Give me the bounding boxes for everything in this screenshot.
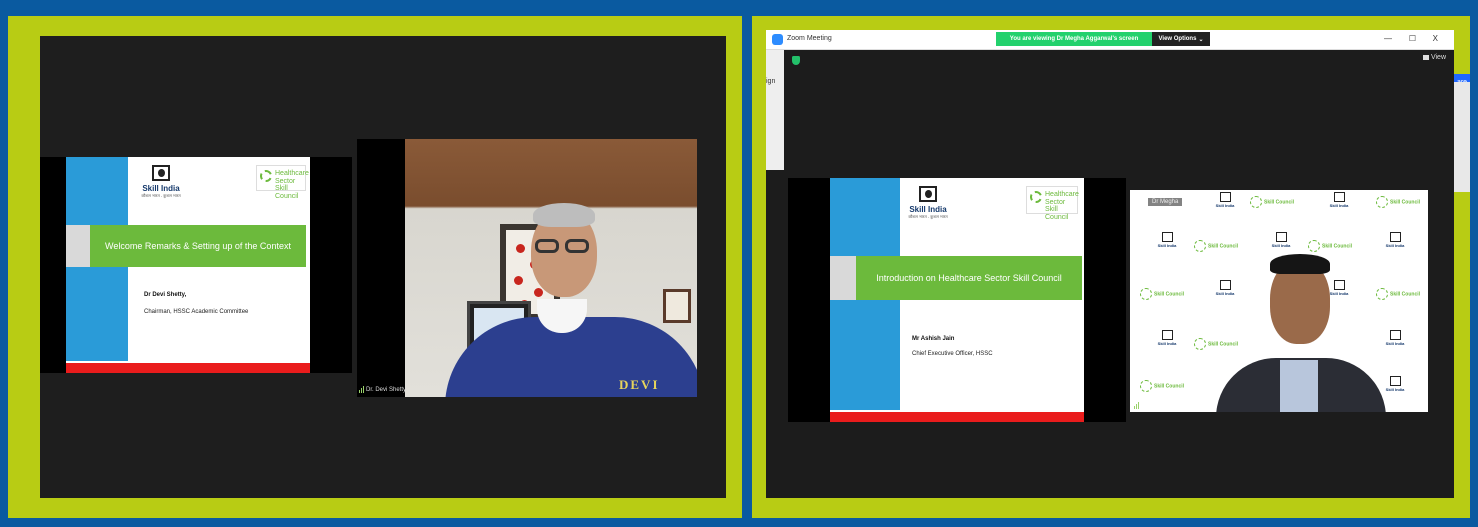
background-app-edge — [766, 50, 784, 170]
encryption-shield-icon[interactable] — [792, 56, 800, 65]
backdrop-logo: Skill India — [1154, 330, 1180, 346]
chevron-down-icon: ⌄ — [1198, 36, 1204, 43]
backdrop-logo: Skill Council — [1194, 240, 1238, 252]
backdrop-logo: Skill Council — [1140, 288, 1184, 300]
hssc-logo-text: Healthcare Sector Skill Council — [1045, 191, 1079, 222]
left-screenshot-panel: Skill India कौशल भारत - कुशल भारत Health… — [8, 16, 742, 518]
hssc-logo-text: Healthcare Sector Skill Council — [275, 170, 309, 201]
backdrop-logo: Skill India — [1154, 232, 1180, 248]
wall-frame — [663, 289, 691, 323]
zoom-window: ign are Zoom Meeting You are viewing Dr … — [766, 30, 1470, 498]
backdrop-logo: Skill Council — [1140, 380, 1184, 392]
person-shirt — [1280, 360, 1318, 412]
zoom-title-bar: Zoom Meeting You are viewing Dr Megha Ag… — [766, 30, 1454, 50]
shirt-embroidery: DEVI — [619, 377, 660, 392]
shared-slide: Skill India कौशल भारत - कुशल भारत Health… — [66, 157, 310, 373]
video-frame: DEVI — [405, 139, 697, 397]
backdrop-logo: Skill Council — [1250, 196, 1294, 208]
skill-india-logo: Skill India कौशल भारत - कुशल भारत — [896, 186, 960, 220]
meeting-canvas-left: Skill India कौशल भारत - कुशल भारत Health… — [40, 36, 726, 498]
person-hair — [533, 203, 595, 227]
participant-chip: Dr Megha — [1148, 198, 1183, 206]
background-app-right-edge — [1454, 82, 1470, 192]
backdrop-logo: Skill Council — [1308, 240, 1352, 252]
skill-india-text: Skill India — [142, 184, 180, 193]
participant-name: Dr. Devi Shetty — [366, 386, 407, 393]
participant-video-tile[interactable]: Skill India Skill Council Skill India Sk… — [1130, 190, 1428, 412]
participant-video-tile[interactable]: DEVI Dr. Devi Shetty — [357, 139, 697, 397]
slide-speaker-name: Mr Ashish Jain — [912, 336, 955, 342]
signal-icon — [1134, 402, 1139, 409]
slide-red-stripe — [66, 363, 310, 373]
skill-india-text: Skill India — [909, 205, 947, 214]
shared-slide: Skill India कौशल भारत - कुशल भारत Health… — [830, 178, 1084, 422]
grid-view-icon — [1422, 54, 1429, 60]
participant-name: Ashish Jain — [1141, 402, 1172, 409]
backdrop-logo: Skill Council — [1376, 288, 1420, 300]
slide-title: Introduction on Healthcare Sector Skill … — [876, 272, 1062, 283]
hssc-logo: Healthcare Sector Skill Council — [256, 165, 309, 200]
person-hair — [1270, 254, 1330, 274]
minimize-button[interactable]: — — [1384, 34, 1392, 43]
backdrop-logo: Skill India — [1326, 192, 1352, 208]
backdrop-logo: Skill India — [1268, 232, 1294, 248]
person-glasses-right — [565, 239, 589, 253]
maximize-button[interactable]: ☐ — [1409, 34, 1416, 43]
slide-title: Welcome Remarks & Setting up of the Cont… — [105, 240, 291, 251]
participant-name-label: Dr. Devi Shetty — [359, 386, 406, 393]
view-options-label: View Options — [1158, 36, 1197, 42]
backdrop-logo: Skill India — [1212, 280, 1238, 296]
backdrop-logo: Skill India — [1382, 330, 1408, 346]
skill-india-tagline: कौशल भारत - कुशल भारत — [141, 193, 181, 198]
zoom-logo-icon — [772, 34, 783, 45]
slide-grey-block — [830, 256, 856, 300]
slide-speaker-role: Chief Executive Officer, HSSC — [912, 351, 993, 357]
backdrop-logo: Skill Council — [1376, 196, 1420, 208]
close-button[interactable]: X — [1433, 34, 1438, 43]
backdrop-logo: Skill India — [1212, 192, 1238, 208]
slide-title-band: Introduction on Healthcare Sector Skill … — [856, 256, 1082, 300]
right-screenshot-panel: ign are Zoom Meeting You are viewing Dr … — [752, 16, 1470, 518]
skill-india-logo: Skill India कौशल भारत - कुशल भारत — [130, 165, 192, 199]
slide-speaker-name: Dr Devi Shetty, — [144, 292, 187, 298]
person-glasses-left — [535, 239, 559, 253]
backdrop-logo: Skill India — [1326, 280, 1352, 296]
backdrop-logo: Skill India — [1382, 376, 1408, 392]
slide-title-band: Welcome Remarks & Setting up of the Cont… — [90, 225, 306, 267]
view-button-label: View — [1430, 54, 1446, 61]
slide-red-stripe — [830, 412, 1084, 422]
backdrop-logo: Skill India — [1382, 232, 1408, 248]
signal-icon — [359, 386, 364, 393]
participant-name-label: Ashish Jain — [1134, 402, 1172, 409]
viewing-screen-banner: You are viewing Dr Megha Aggarwal's scre… — [996, 32, 1152, 46]
view-options-button[interactable]: View Options ⌄ — [1152, 32, 1210, 46]
backdrop-logo: Skill Council — [1194, 338, 1238, 350]
hssc-logo: Healthcare Sector Skill Council — [1026, 186, 1079, 221]
skill-india-tagline: कौशल भारत - कुशल भारत — [908, 214, 948, 219]
slide-speaker-role: Chairman, HSSC Academic Committee — [144, 309, 249, 315]
view-button[interactable]: View — [1422, 54, 1446, 61]
window-title: Zoom Meeting — [787, 35, 832, 42]
background-app-text: ign — [766, 78, 776, 85]
